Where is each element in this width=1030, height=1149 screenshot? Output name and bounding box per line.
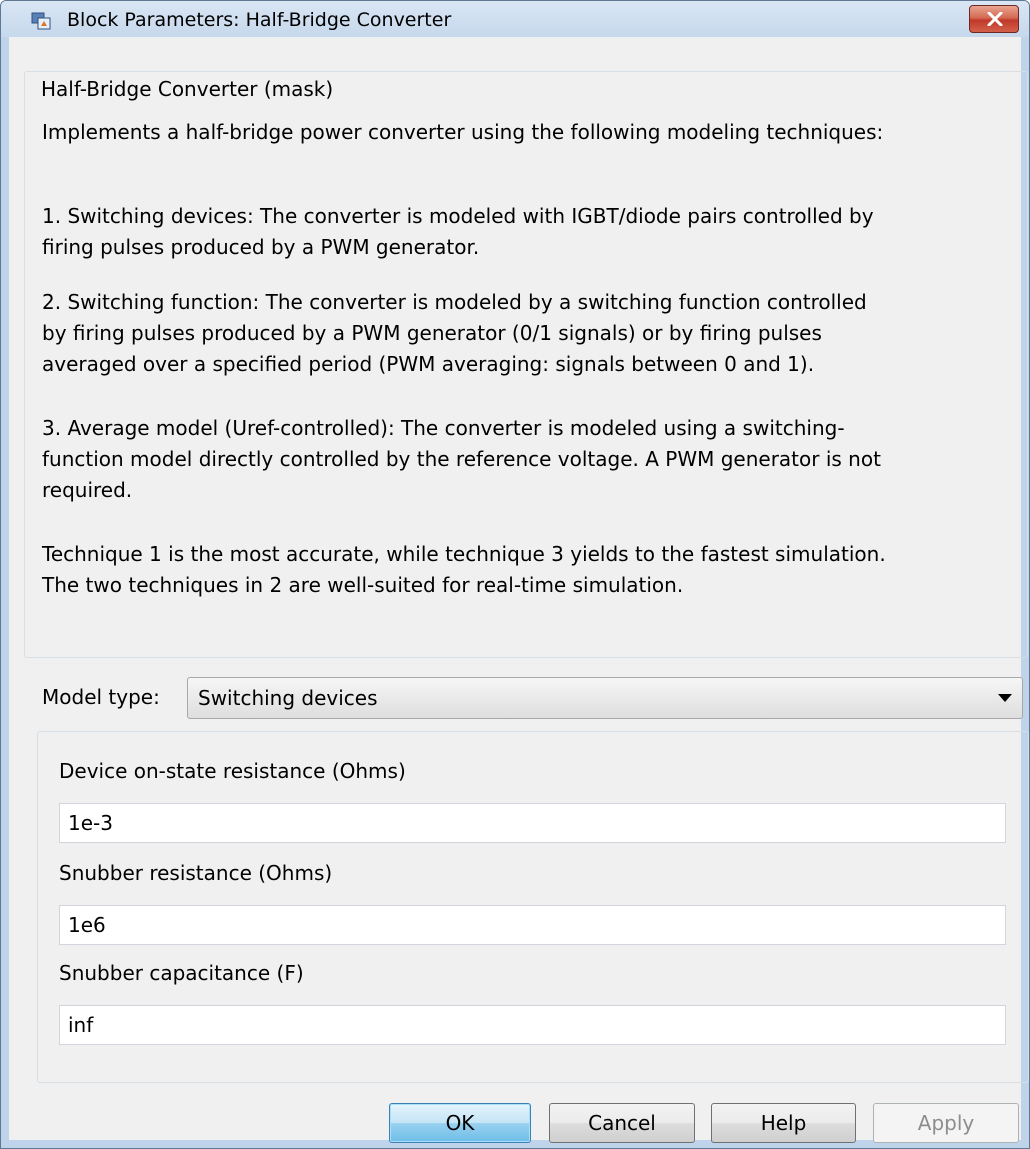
device-on-state-resistance-label: Device on-state resistance (Ohms) bbox=[59, 759, 406, 783]
mask-group-title: Half-Bridge Converter (mask) bbox=[37, 77, 338, 101]
description-line: The two techniques in 2 are well-suited … bbox=[42, 573, 684, 597]
cancel-button[interactable]: Cancel bbox=[549, 1103, 695, 1143]
snubber-capacitance-label: Snubber capacitance (F) bbox=[59, 961, 304, 985]
chevron-down-icon bbox=[998, 694, 1012, 702]
model-type-label: Model type: bbox=[42, 685, 160, 709]
description-line: 1. Switching devices: The converter is m… bbox=[42, 204, 874, 228]
simulink-app-icon bbox=[31, 11, 51, 31]
description-line: 2. Switching function: The converter is … bbox=[42, 290, 867, 314]
close-icon bbox=[987, 12, 1003, 26]
close-button[interactable] bbox=[969, 5, 1019, 33]
description-line: averaged over a specified period (PWM av… bbox=[42, 352, 815, 376]
description-line: Technique 1 is the most accurate, while … bbox=[42, 542, 886, 566]
help-button[interactable]: Help bbox=[711, 1103, 856, 1143]
device-on-state-resistance-field[interactable] bbox=[59, 803, 1006, 843]
ok-button[interactable]: OK bbox=[389, 1103, 531, 1143]
description-line: firing pulses produced by a PWM generato… bbox=[42, 235, 480, 259]
window-title: Block Parameters: Half-Bridge Converter bbox=[67, 9, 452, 31]
description-line: by firing pulses produced by a PWM gener… bbox=[42, 321, 822, 345]
description-line: 3. Average model (Uref-controlled): The … bbox=[42, 416, 845, 440]
apply-button: Apply bbox=[873, 1103, 1019, 1143]
snubber-resistance-label: Snubber resistance (Ohms) bbox=[59, 861, 333, 885]
snubber-capacitance-field[interactable] bbox=[59, 1005, 1006, 1045]
snubber-resistance-field[interactable] bbox=[59, 905, 1006, 945]
model-type-dropdown[interactable]: Switching devices bbox=[187, 677, 1023, 719]
description-line: Implements a half-bridge power converter… bbox=[42, 120, 884, 144]
dialog-window: Block Parameters: Half-Bridge Converter … bbox=[0, 0, 1030, 1149]
model-type-selected-value: Switching devices bbox=[198, 686, 378, 710]
description-line: required. bbox=[42, 478, 133, 502]
dialog-client-area: Half-Bridge Converter (mask) Implements … bbox=[9, 37, 1029, 1140]
description-line: function model directly controlled by th… bbox=[42, 447, 881, 471]
title-bar[interactable]: Block Parameters: Half-Bridge Converter bbox=[1, 1, 1029, 37]
